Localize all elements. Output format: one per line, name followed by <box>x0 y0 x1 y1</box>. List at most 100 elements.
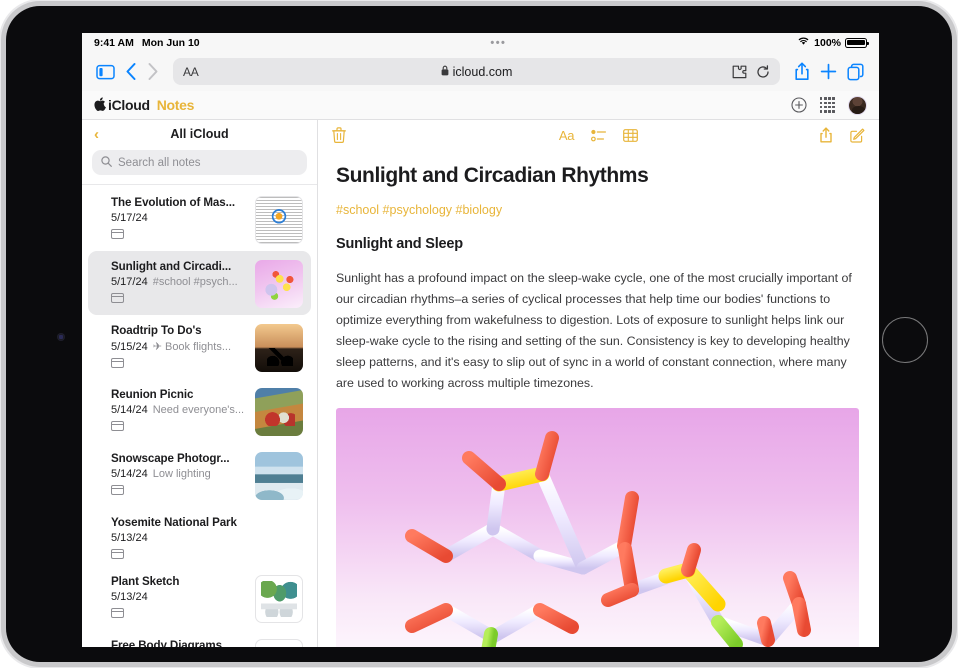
note-item-thumbnail <box>255 639 303 647</box>
note-item-text: Reunion Picnic 5/14/24 Need everyone's..… <box>111 388 247 436</box>
icloud-label: iCloud <box>108 97 150 113</box>
app-name-label: Notes <box>157 97 194 113</box>
search-box[interactable] <box>92 150 307 175</box>
checklist-icon[interactable] <box>591 129 606 142</box>
list-item[interactable]: Sunlight and Circadi... 5/17/24 #school … <box>88 251 311 315</box>
share-icon[interactable] <box>819 127 833 143</box>
note-item-text: Roadtrip To Do's 5/15/24 ✈︎ Book flights… <box>111 324 247 372</box>
list-item[interactable]: Yosemite National Park 5/13/24 <box>88 507 311 566</box>
text-size-button[interactable]: AA <box>183 65 198 79</box>
note-tags[interactable]: #school #psychology #biology <box>336 203 861 217</box>
reload-icon[interactable] <box>756 65 770 79</box>
note-item-thumbnail <box>255 388 303 436</box>
folder-icon <box>111 358 124 368</box>
note-item-meta: 5/14/24 Low lighting <box>111 468 247 480</box>
note-item-date: 5/14/24 <box>111 468 148 480</box>
note-item-thumbnail <box>255 260 303 308</box>
notes-app-body: ‹ All iCloud The Evolution o <box>82 120 879 647</box>
back-to-folders-button[interactable]: ‹ <box>94 127 99 142</box>
sidebar-toggle-icon[interactable] <box>96 64 115 80</box>
note-item-title: Free Body Diagrams <box>111 639 247 647</box>
note-item-date: 5/15/24 <box>111 341 148 353</box>
notes-list-title: All iCloud <box>82 127 317 141</box>
status-time: 9:41 AM <box>94 37 134 49</box>
device-screen: 9:41 AM Mon Jun 10 ••• 100% <box>82 33 879 647</box>
note-item-title: The Evolution of Mas... <box>111 196 247 209</box>
note-item-snippet: Need everyone's... <box>153 404 244 416</box>
note-item-thumbnail <box>255 324 303 372</box>
note-editor-pane: Aa <box>318 120 879 647</box>
ipad-device-frame: 9:41 AM Mon Jun 10 ••• 100% <box>6 6 952 662</box>
note-content-scroll[interactable]: Sunlight and Circadian Rhythms #school #… <box>318 150 879 647</box>
note-item-title: Snowscape Photogr... <box>111 452 247 465</box>
list-item[interactable]: Free Body Diagrams 5/13/24 <box>88 630 311 647</box>
note-item-text: The Evolution of Mas... 5/17/24 <box>111 196 247 244</box>
note-item-snippet: Low lighting <box>153 468 211 480</box>
note-item-meta: 5/13/24 <box>111 591 247 603</box>
search-icon <box>101 154 112 172</box>
new-tab-button[interactable] <box>820 63 837 80</box>
folder-icon <box>111 485 124 495</box>
text-format-button[interactable]: Aa <box>559 128 574 143</box>
note-item-text: Snowscape Photogr... 5/14/24 Low lightin… <box>111 452 247 500</box>
app-grid-icon[interactable] <box>820 97 835 112</box>
note-item-title: Roadtrip To Do's <box>111 324 247 337</box>
note-item-thumbnail <box>255 196 303 244</box>
note-item-text: Sunlight and Circadi... 5/17/24 #school … <box>111 260 247 308</box>
note-item-date: 5/17/24 <box>111 212 148 224</box>
note-item-thumbnail <box>255 575 303 623</box>
list-item[interactable]: The Evolution of Mas... 5/17/24 <box>88 187 311 251</box>
note-item-text: Free Body Diagrams 5/13/24 <box>111 639 247 647</box>
puzzle-piece-icon[interactable] <box>732 65 747 79</box>
editor-actions <box>819 127 865 143</box>
note-item-date: 5/17/24 <box>111 276 148 288</box>
note-section-heading: Sunlight and Sleep <box>336 236 861 252</box>
molecule-illustration[interactable] <box>336 408 859 647</box>
note-item-text: Plant Sketch 5/13/24 <box>111 575 247 623</box>
plus-circle-icon[interactable] <box>791 97 807 113</box>
table-icon[interactable] <box>623 129 638 142</box>
folder-icon <box>111 421 124 431</box>
note-item-snippet: ✈︎ Book flights... <box>153 340 231 353</box>
browser-toolbar: AA icloud.com <box>82 52 879 91</box>
note-item-date: 5/14/24 <box>111 404 148 416</box>
status-bar-right: 100% <box>797 36 867 49</box>
note-item-text: Yosemite National Park 5/13/24 <box>111 516 303 559</box>
battery-icon <box>845 38 867 48</box>
icloud-brand[interactable]: iCloud Notes <box>94 97 194 113</box>
status-bar-left: 9:41 AM Mon Jun 10 <box>94 37 200 49</box>
folder-icon <box>111 293 124 303</box>
folder-icon <box>111 229 124 239</box>
note-body-text: Sunlight has a profound impact on the sl… <box>336 268 861 394</box>
list-item[interactable]: Roadtrip To Do's 5/15/24 ✈︎ Book flights… <box>88 315 311 379</box>
list-item[interactable]: Plant Sketch 5/13/24 <box>88 566 311 630</box>
note-item-date: 5/13/24 <box>111 591 148 603</box>
share-icon[interactable] <box>794 62 810 81</box>
icloud-header-actions <box>791 96 867 115</box>
safari-browser-chrome: 9:41 AM Mon Jun 10 ••• 100% <box>82 33 879 91</box>
note-item-title: Yosemite National Park <box>111 516 303 529</box>
address-bar[interactable]: AA icloud.com <box>173 58 780 85</box>
status-bar: 9:41 AM Mon Jun 10 ••• 100% <box>82 33 879 52</box>
wifi-icon <box>797 36 810 49</box>
apple-logo-icon <box>94 97 106 113</box>
list-item[interactable]: Reunion Picnic 5/14/24 Need everyone's..… <box>88 379 311 443</box>
page-title: Sunlight and Circadian Rhythms <box>336 164 861 188</box>
lock-icon <box>441 65 449 79</box>
battery-percent: 100% <box>814 37 841 49</box>
note-item-meta: 5/17/24 <box>111 212 247 224</box>
editor-format-tools: Aa <box>318 128 879 143</box>
note-item-title: Reunion Picnic <box>111 388 247 401</box>
back-button[interactable] <box>125 62 137 81</box>
folder-icon <box>111 549 124 559</box>
note-item-meta: 5/17/24 #school #psych... <box>111 276 247 288</box>
user-avatar[interactable] <box>848 96 867 115</box>
home-button[interactable] <box>882 317 928 363</box>
forward-button[interactable] <box>147 62 159 81</box>
compose-icon[interactable] <box>850 128 865 143</box>
tabs-overview-icon[interactable] <box>847 63 865 81</box>
folder-icon <box>111 608 124 618</box>
list-item[interactable]: Snowscape Photogr... 5/14/24 Low lightin… <box>88 443 311 507</box>
search-input[interactable] <box>118 157 298 169</box>
note-item-snippet: #school #psych... <box>153 276 238 288</box>
